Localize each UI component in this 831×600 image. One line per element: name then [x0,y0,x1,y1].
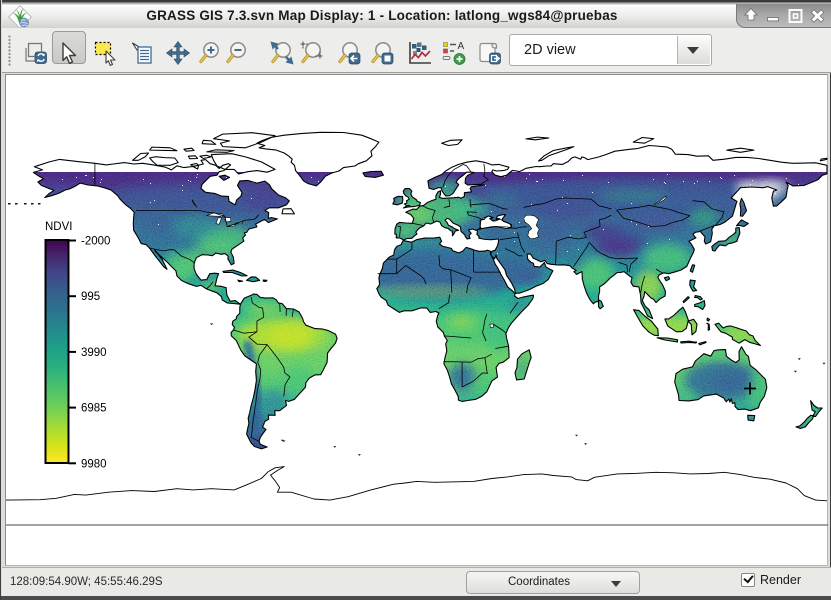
svg-text:-2000: -2000 [81,236,110,248]
svg-text:6985: 6985 [81,403,107,415]
svg-text:NDVI: NDVI [45,221,72,233]
svg-text:9980: 9980 [81,458,107,470]
svg-text:A: A [458,41,465,52]
svg-text:995: 995 [81,291,100,303]
svg-text:3990: 3990 [81,347,107,359]
